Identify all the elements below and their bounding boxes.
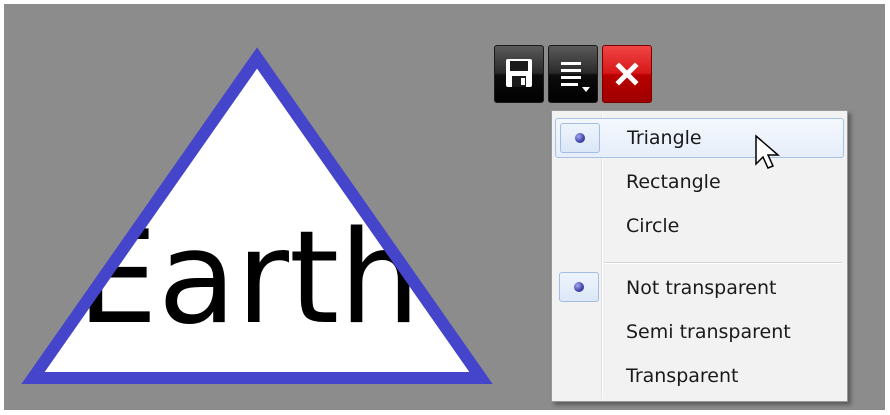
save-button[interactable] (494, 45, 544, 103)
menu-item-label: Semi transparent (626, 321, 791, 343)
menu-item-semi-transparent[interactable]: Semi transparent (555, 312, 844, 352)
menu-item-triangle[interactable]: Triangle (555, 118, 844, 158)
radio-check-indicator (559, 272, 599, 302)
radio-check-indicator (560, 123, 600, 153)
floppy-disk-icon (506, 59, 532, 87)
radio-dot-icon (574, 282, 584, 292)
context-menu: Triangle Rectangle Circle Not transparen… (551, 110, 848, 402)
menu-item-not-transparent[interactable]: Not transparent (555, 268, 844, 308)
menu-item-label: Not transparent (626, 277, 777, 299)
menu-item-label: Rectangle (626, 171, 721, 193)
menu-item-label: Circle (626, 215, 680, 237)
menu-item-circle[interactable]: Circle (555, 206, 844, 246)
menu-item-rectangle[interactable]: Rectangle (555, 162, 844, 202)
menu-item-label: Transparent (626, 365, 739, 387)
menu-separator (604, 262, 842, 264)
radio-dot-icon (575, 133, 585, 143)
close-x-icon (615, 62, 639, 86)
menu-button[interactable] (548, 45, 598, 103)
menu-item-transparent[interactable]: Transparent (555, 356, 844, 396)
menu-lines-icon (561, 62, 590, 92)
mouse-pointer-icon (755, 134, 781, 169)
close-button[interactable] (602, 45, 652, 103)
menu-item-label: Triangle (627, 127, 702, 149)
